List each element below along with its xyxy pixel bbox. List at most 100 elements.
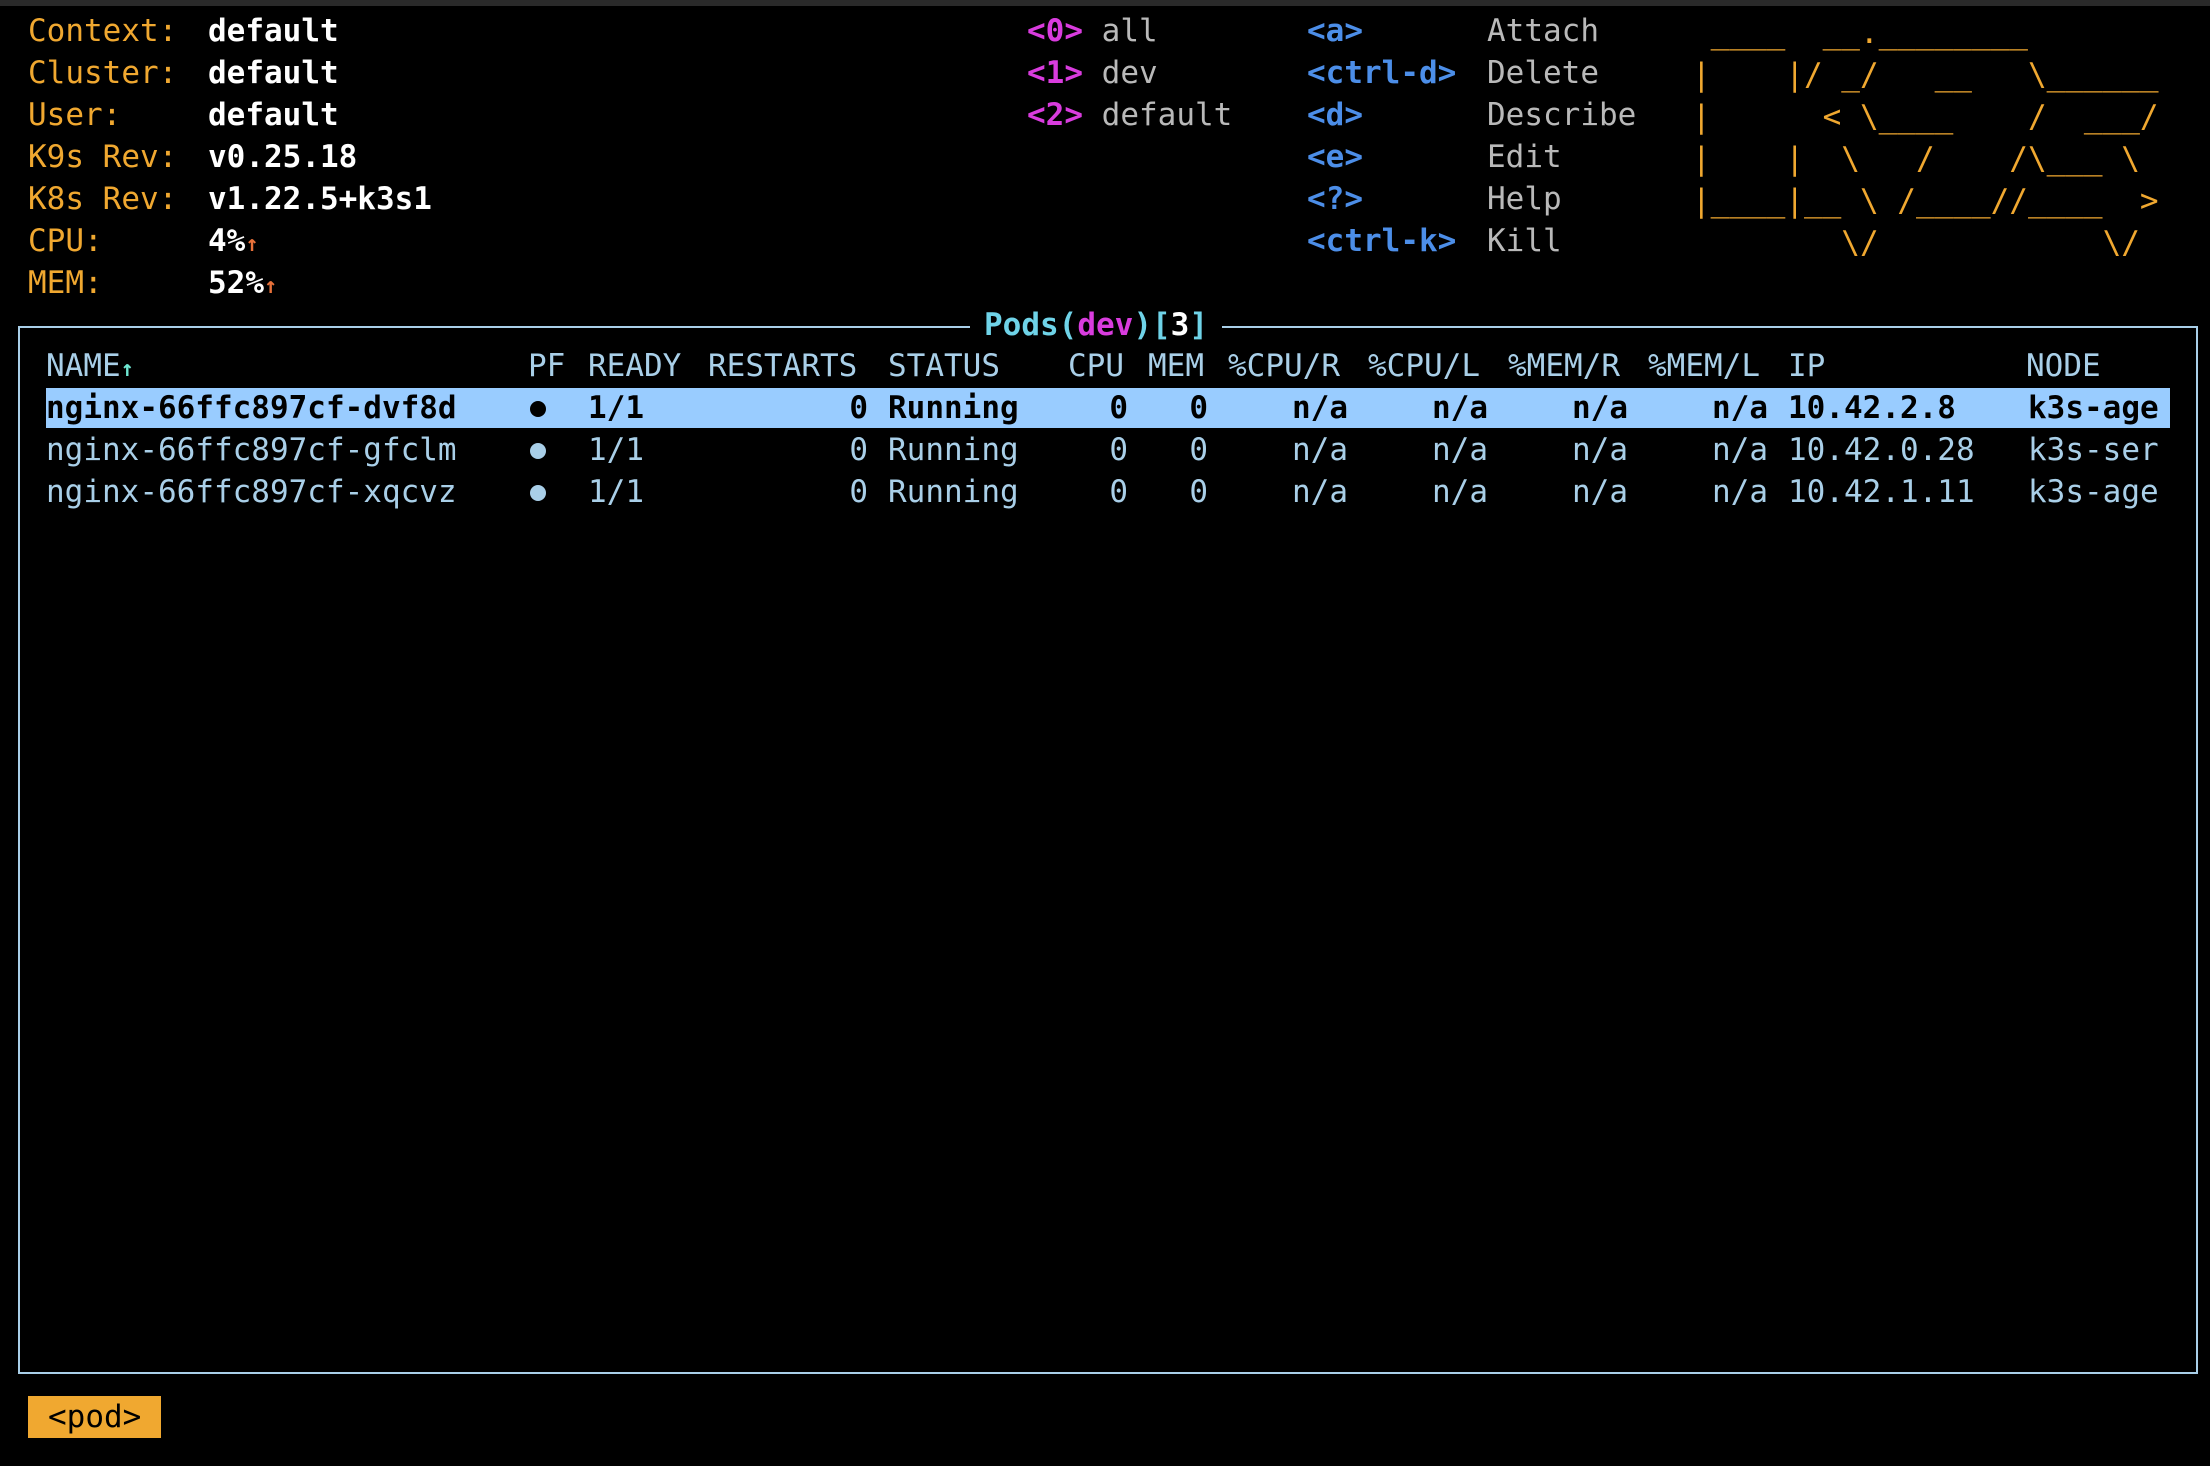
col-header-name[interactable]: NAME↑: [46, 346, 134, 390]
namespace-name: dev: [1101, 55, 1158, 91]
pod-restarts: 0: [849, 390, 868, 426]
k9s-rev-value: v0.25.18: [208, 139, 358, 175]
hotkey-edit-label[interactable]: Edit: [1487, 136, 1562, 178]
pod-cpu: 0: [1109, 474, 1128, 510]
table-row-selected[interactable]: nginx-66ffc897cf-dvf8d 1/1 0 Running 0 0…: [46, 388, 2170, 428]
user-label: User:: [28, 97, 122, 133]
pod-node: k3s-age: [2028, 474, 2159, 510]
pod-restarts: 0: [849, 474, 868, 510]
col-header-mem[interactable]: MEM: [1148, 346, 1204, 386]
pod-cpu: 0: [1109, 432, 1128, 468]
title-open-paren: (: [1058, 307, 1078, 343]
namespace-shortcut-all[interactable]: <0> all: [1027, 10, 1158, 52]
pod-cpu-l: n/a: [1432, 390, 1488, 426]
pod-cpu: 0: [1109, 390, 1128, 426]
cpu-trend-up-icon: ↑: [245, 232, 259, 257]
context-value: default: [208, 13, 339, 49]
col-header-status[interactable]: STATUS: [888, 346, 1000, 386]
col-header-restarts[interactable]: RESTARTS: [708, 346, 857, 386]
mem-value: 52%: [208, 265, 264, 301]
pods-view-title: Pods(dev)[3]: [970, 303, 1223, 347]
pod-mem: 0: [1189, 390, 1208, 426]
hotkey-delete-label[interactable]: Delete: [1487, 52, 1599, 94]
title-close-bracket: ]: [1189, 307, 1209, 343]
k9s-rev-label: K9s Rev:: [28, 139, 178, 175]
pod-mem-r: n/a: [1572, 474, 1628, 510]
pod-cpu-r: n/a: [1292, 432, 1348, 468]
hotkey-edit-key[interactable]: <e>: [1307, 136, 1363, 178]
pod-status: Running: [888, 474, 1019, 510]
mem-metric: 52%↑: [208, 262, 277, 308]
pod-mem: 0: [1189, 474, 1208, 510]
namespace-name: all: [1101, 13, 1158, 49]
pod-mem: 0: [1189, 432, 1208, 468]
hotkey-help-label[interactable]: Help: [1487, 178, 1562, 220]
cpu-value: 4%: [208, 223, 246, 259]
cluster-value: default: [208, 55, 339, 91]
pod-ip: 10.42.0.28: [1788, 432, 1975, 468]
namespace-shortcut-default[interactable]: <2> default: [1027, 94, 1232, 136]
pod-mem-r: n/a: [1572, 390, 1628, 426]
col-header-cpu-r[interactable]: %CPU/R: [1228, 346, 1340, 386]
pod-mem-r: n/a: [1572, 432, 1628, 468]
view-resource: Pods: [984, 307, 1059, 343]
col-header-pf[interactable]: PF: [528, 346, 565, 386]
port-forward-dot-icon: [530, 443, 546, 459]
pod-cpu-l: n/a: [1432, 474, 1488, 510]
namespace-shortcut-dev[interactable]: <1> dev: [1027, 52, 1158, 94]
port-forward-dot-icon: [530, 485, 546, 501]
k8s-rev-label: K8s Rev:: [28, 181, 178, 217]
col-header-mem-l[interactable]: %MEM/L: [1648, 346, 1760, 386]
namespace-key: <0>: [1027, 13, 1083, 49]
col-header-cpu-l[interactable]: %CPU/L: [1368, 346, 1480, 386]
port-forward-dot-icon: [530, 401, 546, 417]
pod-ready: 1/1: [588, 390, 644, 426]
hotkey-describe-key[interactable]: <d>: [1307, 94, 1363, 136]
col-header-ready[interactable]: READY: [588, 346, 681, 386]
pod-ip: 10.42.2.8: [1788, 390, 1956, 426]
context-label: Context:: [28, 13, 178, 49]
window-top-edge: [0, 0, 2210, 6]
breadcrumb-pod[interactable]: <pod>: [28, 1396, 162, 1438]
pod-name: nginx-66ffc897cf-gfclm: [46, 432, 457, 468]
namespace-key: <1>: [1027, 55, 1083, 91]
pod-status: Running: [888, 432, 1019, 468]
pod-node: k3s-ser: [2028, 432, 2159, 468]
pod-mem-l: n/a: [1712, 390, 1768, 426]
pod-node: k3s-age: [2028, 390, 2159, 426]
pod-ip: 10.42.1.11: [1788, 474, 1975, 510]
hotkey-kill-key[interactable]: <ctrl-k>: [1307, 220, 1456, 262]
hotkey-describe-label[interactable]: Describe: [1487, 94, 1636, 136]
col-header-node[interactable]: NODE: [2026, 346, 2101, 386]
hotkey-help-key[interactable]: <?>: [1307, 178, 1363, 220]
pod-mem-l: n/a: [1712, 432, 1768, 468]
view-count: 3: [1170, 307, 1190, 343]
pod-ready: 1/1: [588, 432, 644, 468]
view-namespace: dev: [1077, 307, 1134, 343]
pod-restarts: 0: [849, 432, 868, 468]
table-row[interactable]: nginx-66ffc897cf-gfclm 1/1 0 Running 0 0…: [46, 430, 2170, 470]
hotkey-delete-key[interactable]: <ctrl-d>: [1307, 52, 1456, 94]
col-header-name-text: NAME: [46, 348, 121, 384]
pod-cpu-l: n/a: [1432, 432, 1488, 468]
col-header-cpu[interactable]: CPU: [1068, 346, 1124, 386]
col-header-mem-r[interactable]: %MEM/R: [1508, 346, 1620, 386]
pod-cpu-r: n/a: [1292, 474, 1348, 510]
hotkey-kill-label[interactable]: Kill: [1487, 220, 1562, 262]
pod-ready: 1/1: [588, 474, 644, 510]
namespace-key: <2>: [1027, 97, 1083, 133]
mem-trend-up-icon: ↑: [264, 274, 278, 299]
mem-label: MEM:: [28, 265, 103, 301]
table-row[interactable]: nginx-66ffc897cf-xqcvz 1/1 0 Running 0 0…: [46, 472, 2170, 512]
k8s-rev-value: v1.22.5+k3s1: [208, 181, 432, 217]
namespace-name: default: [1101, 97, 1233, 133]
cpu-metric: 4%↑: [208, 220, 259, 266]
col-header-ip[interactable]: IP: [1788, 346, 1825, 386]
k9s-logo: ____ __.________ | |/ _/ __ \______ | < …: [1692, 15, 2159, 261]
hotkey-attach-key[interactable]: <a>: [1307, 10, 1363, 52]
cluster-label: Cluster:: [28, 55, 178, 91]
table-header: NAME↑ PF READY RESTARTS STATUS CPU MEM %…: [46, 346, 2170, 386]
hotkey-attach-label[interactable]: Attach: [1487, 10, 1599, 52]
title-close-paren: ): [1133, 307, 1152, 343]
sort-ascending-icon: ↑: [120, 357, 134, 382]
